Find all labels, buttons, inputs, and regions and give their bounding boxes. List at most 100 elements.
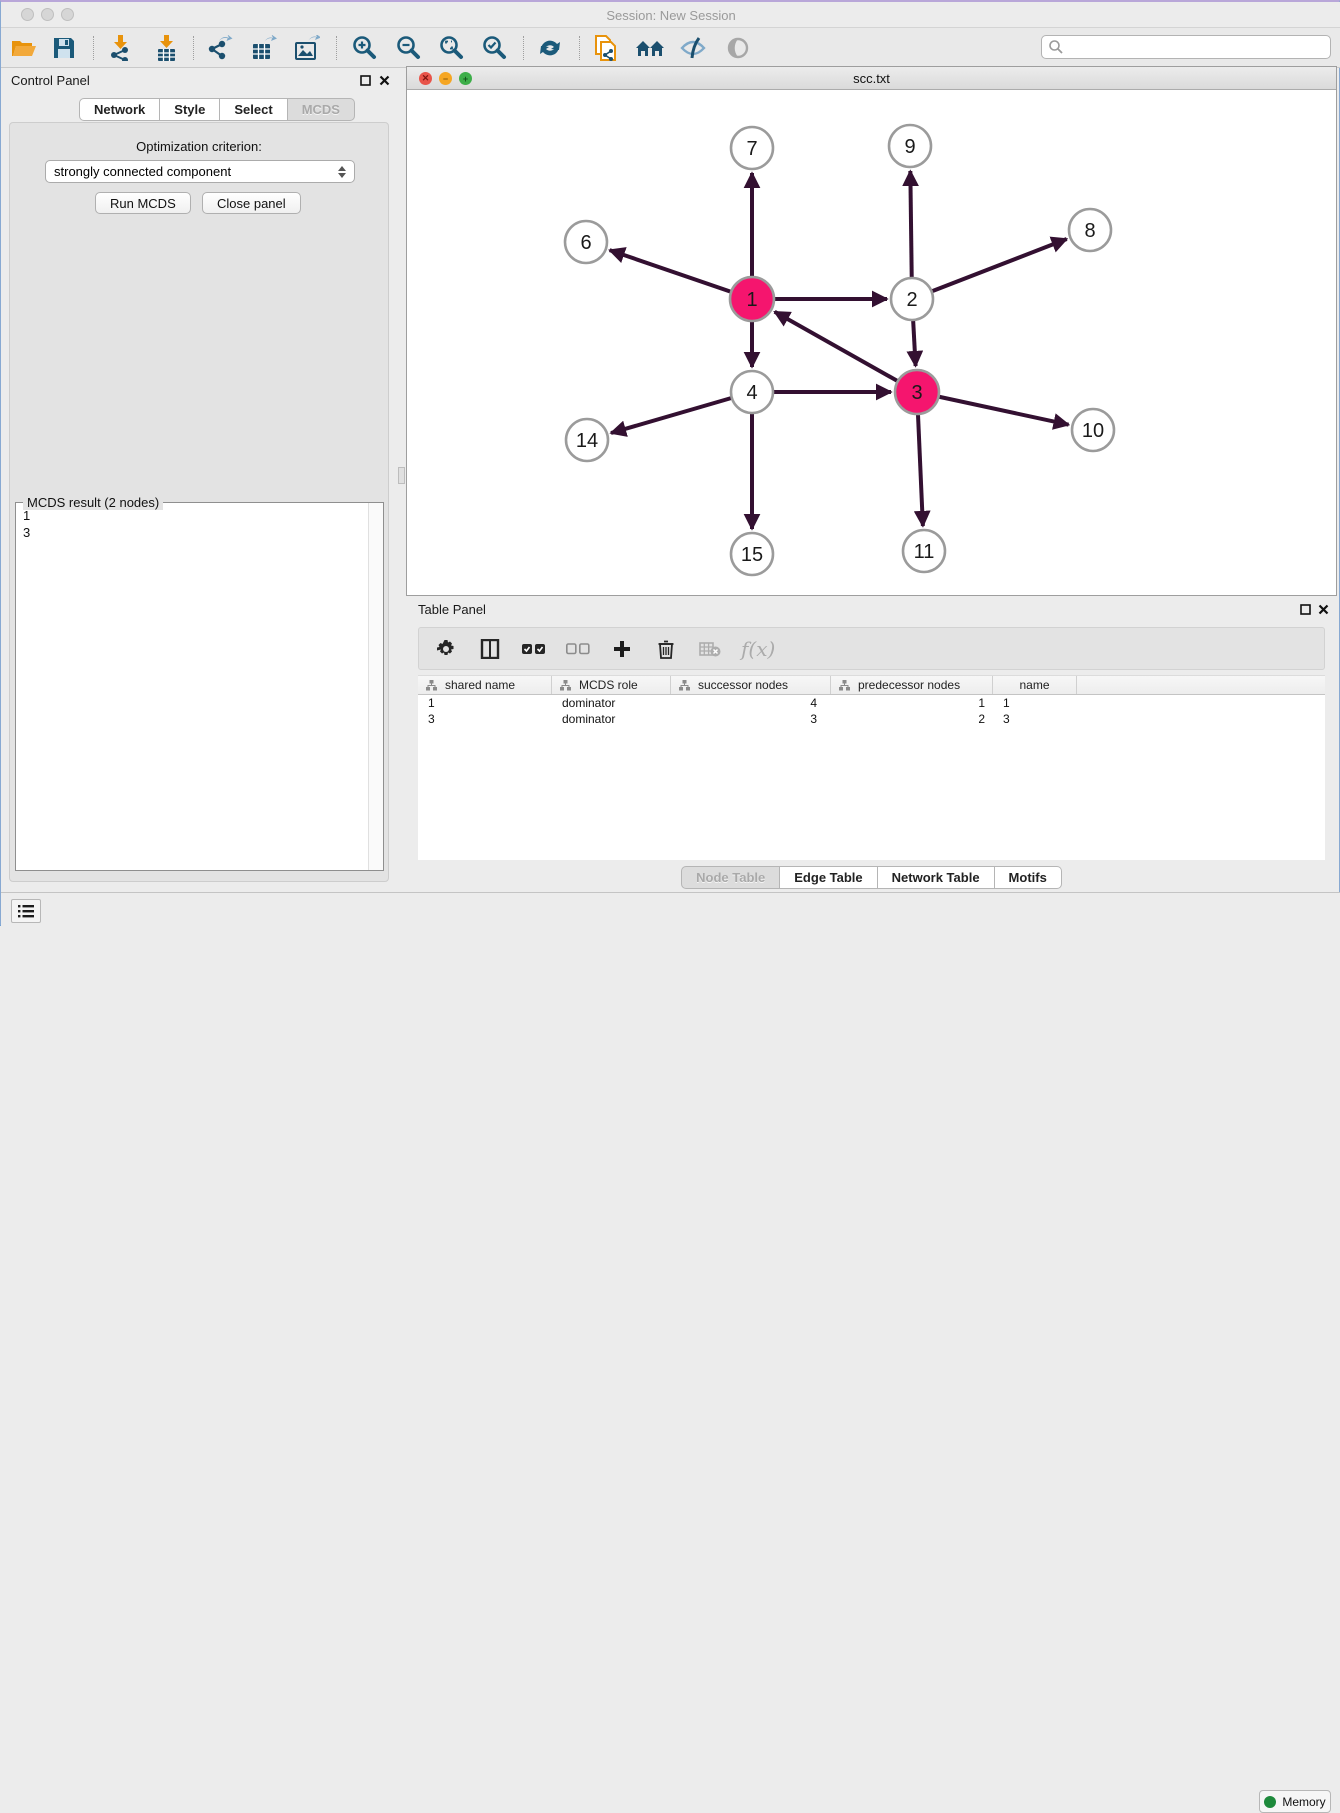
table-panel-float-icon[interactable]: [1299, 603, 1312, 616]
network-graph[interactable]: 7 9 6 8 1 2 4 3 14 10 15 11: [407, 90, 1336, 595]
graph-node-11[interactable]: 11: [903, 530, 945, 572]
export-network-icon[interactable]: [205, 34, 235, 62]
run-mcds-button[interactable]: Run MCDS: [95, 192, 191, 214]
show-panels-button[interactable]: [11, 899, 41, 923]
cell-predecessor-nodes[interactable]: 2: [831, 712, 993, 726]
graph-node-2[interactable]: 2: [891, 278, 933, 320]
search-field[interactable]: [1041, 35, 1331, 59]
zoom-out-icon[interactable]: [393, 34, 423, 62]
mcds-result-item[interactable]: 3: [23, 524, 359, 541]
toolbar-separator: [93, 36, 94, 60]
column-header-name[interactable]: name: [993, 676, 1077, 694]
gear-icon[interactable]: [433, 636, 459, 662]
export-table-icon[interactable]: [249, 34, 279, 62]
cell-mcds-role[interactable]: dominator: [552, 712, 671, 726]
column-header-filler: [1077, 676, 1325, 694]
tab-network-table[interactable]: Network Table: [878, 866, 995, 889]
import-network-icon[interactable]: [105, 34, 135, 62]
zoom-selected-icon[interactable]: [479, 34, 509, 62]
graph-node-10[interactable]: 10: [1072, 409, 1114, 451]
tab-network[interactable]: Network: [79, 98, 160, 121]
graph-edge-2-8[interactable]: [912, 239, 1067, 299]
table-row[interactable]: 1 dominator 4 1 1: [418, 695, 1325, 711]
cell-mcds-role[interactable]: dominator: [552, 696, 671, 710]
column-header-shared-name[interactable]: shared name: [418, 676, 552, 694]
cell-successor-nodes[interactable]: 4: [671, 696, 831, 710]
graph-node-15[interactable]: 15: [731, 533, 773, 575]
select-all-columns-icon[interactable]: [521, 636, 547, 662]
graph-node-label: 1: [746, 289, 757, 311]
search-input[interactable]: [1064, 40, 1330, 54]
network-view-window: ✕ − + scc.txt 7 9 6 8 1 2 4 3 14 10 15 11: [406, 66, 1337, 596]
first-neighbors-icon[interactable]: [635, 34, 665, 62]
zoom-in-icon[interactable]: [349, 34, 379, 62]
control-panel-title: Control Panel: [11, 73, 90, 88]
graph-node-8[interactable]: 8: [1069, 209, 1111, 251]
graph-node-label: 10: [1082, 420, 1104, 442]
cell-name[interactable]: 3: [993, 712, 1077, 726]
tab-edge-table[interactable]: Edge Table: [780, 866, 877, 889]
column-header-predecessor-nodes[interactable]: predecessor nodes: [831, 676, 993, 694]
import-table-icon[interactable]: [151, 34, 181, 62]
save-session-icon[interactable]: [49, 34, 79, 62]
add-column-icon[interactable]: [609, 636, 635, 662]
cell-shared-name[interactable]: 3: [418, 712, 552, 726]
mcds-result-list: 1 3: [17, 504, 365, 544]
apply-layout-icon[interactable]: [535, 34, 565, 62]
toolbar-separator: [579, 36, 580, 60]
control-panel-tabs: Network Style Select MCDS: [79, 98, 355, 121]
graph-node-7[interactable]: 7: [731, 127, 773, 169]
show-all-icon[interactable]: [723, 34, 753, 62]
memory-button[interactable]: Memory: [1259, 1790, 1331, 1813]
column-layout-icon[interactable]: [477, 636, 503, 662]
optimization-criterion-select[interactable]: strongly connected component: [45, 160, 355, 183]
close-panel-button[interactable]: Close panel: [202, 192, 301, 214]
network-window-titlebar[interactable]: ✕ − + scc.txt: [407, 67, 1336, 90]
graph-node-4[interactable]: 4: [731, 371, 773, 413]
tab-motifs[interactable]: Motifs: [995, 866, 1062, 889]
attribute-icon: [679, 680, 690, 691]
tab-style[interactable]: Style: [160, 98, 220, 121]
open-file-icon[interactable]: [9, 34, 39, 62]
graph-node-1[interactable]: 1: [730, 277, 774, 321]
graph-node-label: 11: [914, 541, 935, 563]
mcds-result-item[interactable]: 1: [23, 507, 359, 524]
control-panel-float-icon[interactable]: [359, 74, 372, 87]
new-network-from-selection-icon[interactable]: [591, 34, 621, 62]
cell-predecessor-nodes[interactable]: 1: [831, 696, 993, 710]
cell-name[interactable]: 1: [993, 696, 1077, 710]
node-table-header: shared name MCDS role successor nodes pr…: [418, 675, 1325, 695]
attribute-icon: [560, 680, 571, 691]
graph-node-14[interactable]: 14: [566, 419, 608, 461]
graph-node-label: 15: [741, 544, 763, 566]
function-builder-icon[interactable]: f(x): [741, 636, 775, 662]
graph-node-label: 3: [911, 382, 922, 404]
graph-edge-3-1[interactable]: [775, 312, 917, 392]
unselect-all-columns-icon[interactable]: [565, 636, 591, 662]
network-window-title: scc.txt: [407, 71, 1336, 86]
vertical-splitter-handle[interactable]: [398, 467, 405, 484]
table-panel-close-icon[interactable]: [1317, 603, 1330, 616]
graph-node-3[interactable]: 3: [895, 370, 939, 414]
toolbar-separator: [193, 36, 194, 60]
graph-node-6[interactable]: 6: [565, 221, 607, 263]
node-table: shared name MCDS role successor nodes pr…: [418, 675, 1325, 860]
control-panel-close-icon[interactable]: [378, 74, 391, 87]
network-canvas[interactable]: 7 9 6 8 1 2 4 3 14 10 15 11: [407, 90, 1336, 595]
tab-select[interactable]: Select: [220, 98, 287, 121]
delete-column-icon[interactable]: [653, 636, 679, 662]
delete-table-icon[interactable]: [697, 636, 723, 662]
tab-mcds[interactable]: MCDS: [288, 98, 355, 121]
table-row[interactable]: 3 dominator 3 2 3: [418, 711, 1325, 727]
column-header-successor-nodes[interactable]: successor nodes: [671, 676, 831, 694]
graph-node-9[interactable]: 9: [889, 125, 931, 167]
result-scrollbar[interactable]: [368, 503, 383, 870]
zoom-fit-icon[interactable]: [436, 34, 466, 62]
export-image-icon[interactable]: [292, 34, 322, 62]
hide-selected-icon[interactable]: [678, 34, 708, 62]
graph-node-label: 7: [746, 138, 757, 160]
tab-node-table[interactable]: Node Table: [681, 866, 780, 889]
cell-successor-nodes[interactable]: 3: [671, 712, 831, 726]
column-header-mcds-role[interactable]: MCDS role: [552, 676, 671, 694]
cell-shared-name[interactable]: 1: [418, 696, 552, 710]
